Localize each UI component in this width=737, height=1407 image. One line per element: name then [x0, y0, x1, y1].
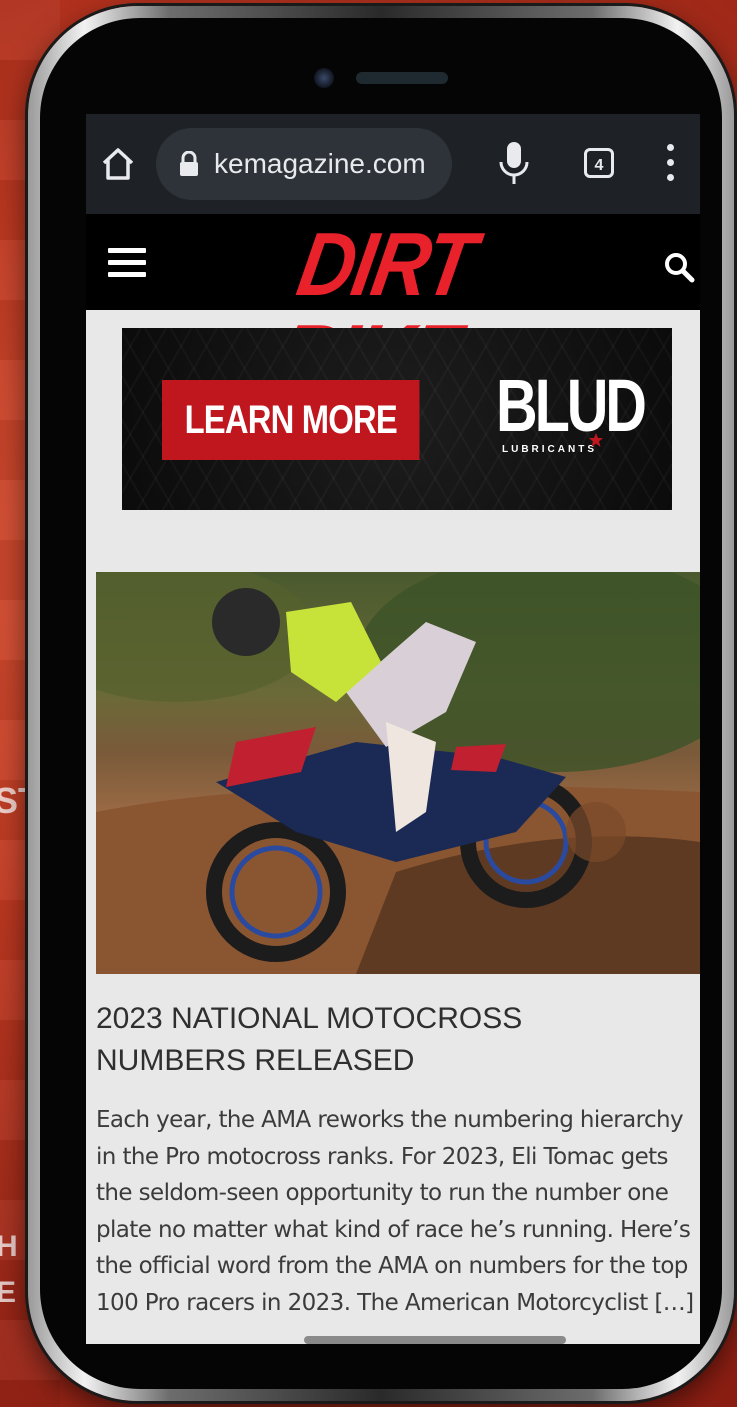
search-icon [665, 253, 695, 283]
front-camera [314, 68, 334, 88]
earpiece-speaker [356, 72, 448, 84]
home-icon [102, 148, 134, 180]
dot-icon [666, 144, 674, 151]
browser-toolbar: kemagazine.com 4 [86, 114, 700, 214]
article-hero-image[interactable] [96, 572, 700, 974]
lock-icon [178, 150, 200, 177]
phone-bezel: kemagazine.com 4 DIRT LEARN MORE BLUD LU… [40, 18, 722, 1389]
url-text: kemagazine.com [214, 148, 426, 179]
dot-icon [666, 174, 674, 181]
article-excerpt: Each year, the AMA reworks the numbering… [96, 1107, 694, 1316]
browser-home-button[interactable] [88, 134, 148, 194]
site-logo[interactable]: DIRT BIKE [198, 213, 574, 406]
motocross-rider-photo [96, 572, 700, 974]
home-indicator[interactable] [304, 1336, 566, 1344]
tab-switcher-button[interactable]: 4 [584, 148, 614, 178]
menu-line [108, 260, 146, 265]
menu-line [108, 248, 146, 253]
phone-frame: kemagazine.com 4 DIRT LEARN MORE BLUD LU… [28, 6, 734, 1401]
background-letter: E [0, 1276, 17, 1309]
menu-line [108, 272, 146, 277]
article-title[interactable]: 2023 NATIONAL MOTOCROSS NUMBERS RELEASED [96, 998, 676, 1082]
brand-logo: BLUD LUBRICANTS [496, 368, 647, 478]
more-options-button[interactable] [664, 144, 676, 188]
site-header: DIRT BIKE [86, 213, 700, 407]
background-letter: H [0, 1230, 18, 1263]
phone-screen: kemagazine.com 4 DIRT LEARN MORE BLUD LU… [86, 114, 700, 1344]
menu-button[interactable] [108, 248, 146, 284]
star-icon [589, 433, 603, 447]
dot-icon [666, 159, 674, 166]
address-bar[interactable]: kemagazine.com [156, 128, 452, 200]
voice-search-button[interactable] [496, 138, 532, 192]
advertisement-banner[interactable]: LEARN MORE BLUD LUBRICANTS [122, 328, 672, 510]
learn-more-button[interactable]: LEARN MORE [162, 380, 420, 460]
search-button[interactable] [662, 250, 696, 284]
microphone-icon [499, 142, 529, 184]
